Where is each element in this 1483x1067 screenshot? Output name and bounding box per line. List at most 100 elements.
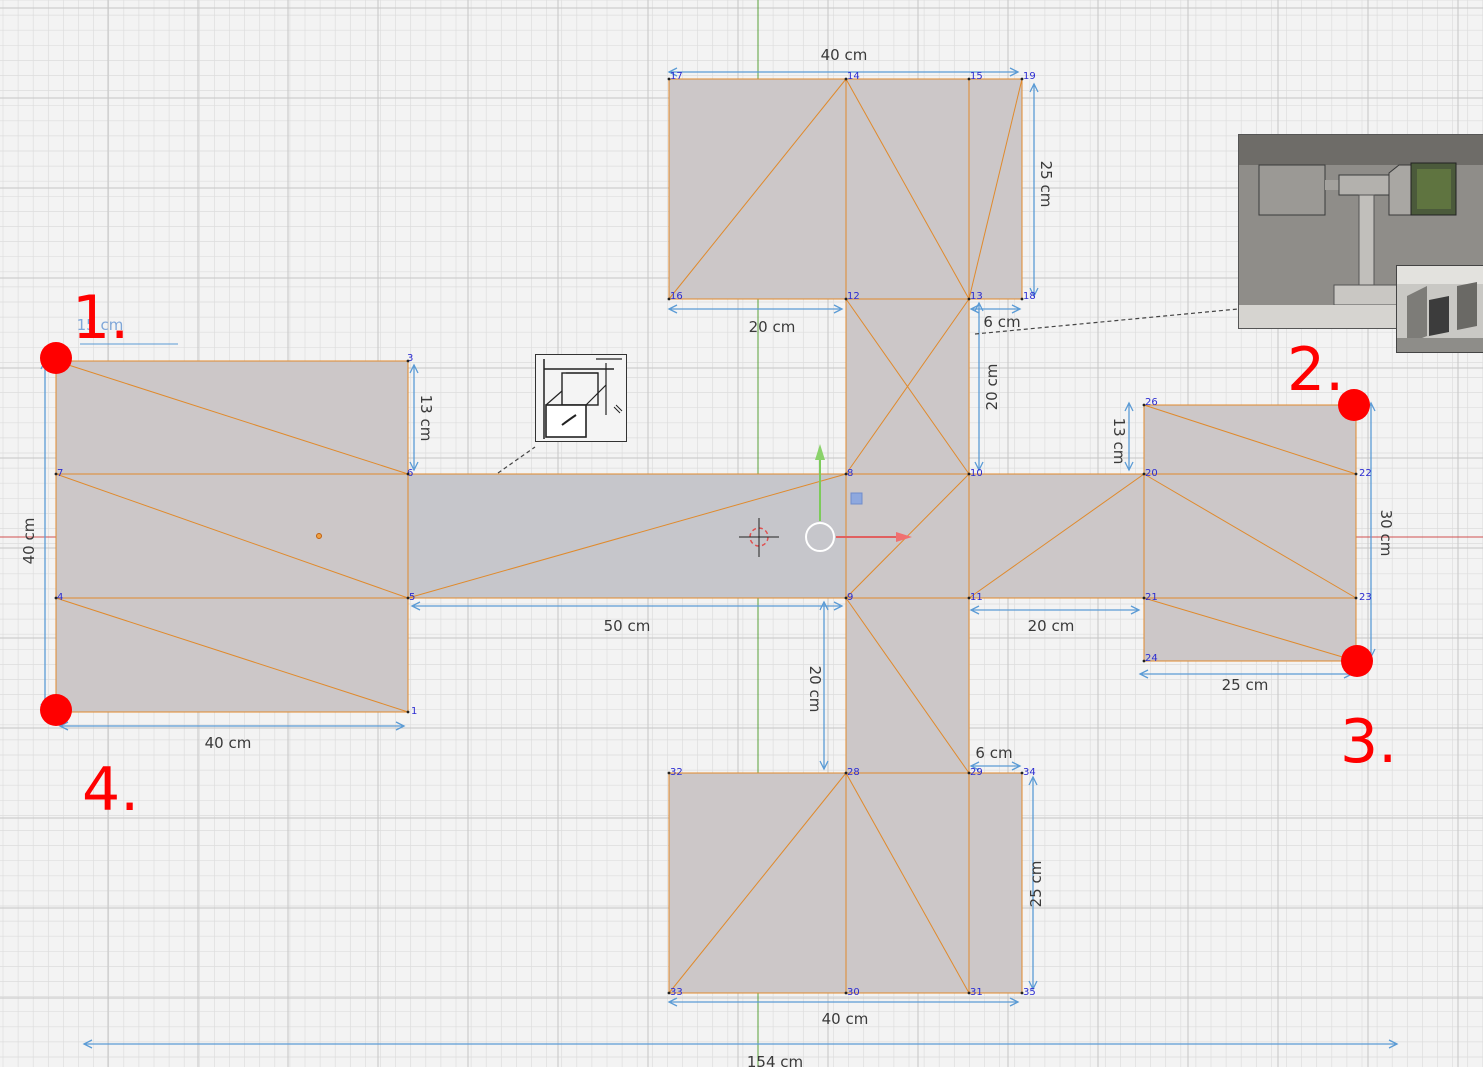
object-origin-dot[interactable] <box>316 533 322 539</box>
dimension-label: 25 cm <box>1027 861 1045 908</box>
dimension-d-40-top: 40 cm <box>667 46 1020 77</box>
vertex-label: 33 <box>670 987 683 998</box>
vertex-label: 4 <box>57 592 63 603</box>
vertex-dot[interactable] <box>406 710 410 714</box>
vertex-label: 29 <box>970 767 983 778</box>
dimension-label: 40 cm <box>20 518 38 565</box>
dimension-label: 13 cm <box>417 395 435 442</box>
vertex-dot[interactable] <box>1142 472 1146 476</box>
vertex-dot[interactable] <box>1020 77 1024 81</box>
dimension-d-40-bottom-left: 40 cm <box>58 721 406 752</box>
vertex-label: 21 <box>1145 592 1158 603</box>
dimension-label: 40 cm <box>822 1010 869 1028</box>
marker-label: 1. <box>72 283 129 353</box>
vertex-dot[interactable] <box>1142 403 1146 407</box>
vertex-label: 31 <box>970 987 983 998</box>
marker-3: 3. <box>1340 645 1397 777</box>
vertex-dot[interactable] <box>844 991 848 995</box>
vertex-label: 26 <box>1145 397 1158 408</box>
reference-sketch-thumbnail <box>535 354 627 442</box>
vertex-label: 22 <box>1359 468 1372 479</box>
mesh-faces[interactable] <box>55 78 1357 994</box>
vertex-label: 11 <box>970 592 983 603</box>
vertex-label: 7 <box>57 468 63 479</box>
vertex-dot[interactable] <box>967 77 971 81</box>
gizmo-y-arrow-head[interactable] <box>815 444 825 460</box>
face-bottom-right[interactable] <box>968 772 1023 994</box>
vertex-dot[interactable] <box>406 596 410 600</box>
vertex-dot[interactable] <box>1142 596 1146 600</box>
vertex-dot[interactable] <box>844 77 848 81</box>
dimension-d-13-left: 13 cm <box>409 363 435 472</box>
vertex-label: 14 <box>847 71 860 82</box>
render-preview-inset <box>1396 265 1483 353</box>
vertex-dot[interactable] <box>1354 596 1358 600</box>
vertex-label: 12 <box>847 291 860 302</box>
vertex-dot[interactable] <box>667 991 671 995</box>
dimension-label: 20 cm <box>983 364 1001 411</box>
dimension-label: 6 cm <box>983 313 1020 331</box>
vertex-label: 30 <box>847 987 860 998</box>
vertex-label: 17 <box>670 71 683 82</box>
dimension-d-25-right: 25 cm <box>1138 669 1354 694</box>
vertex-dot[interactable] <box>844 596 848 600</box>
viewport-canvas[interactable]: 40 cm 13 cm 40 cm 50 cm 40 cm 25 cm 20 cm 6 cm 2… <box>0 0 1483 1067</box>
marker-label: 3. <box>1340 707 1397 777</box>
vertex-label: 18 <box>1023 291 1036 302</box>
dimension-d-154: 154 cm <box>82 1039 1399 1067</box>
dimension-label: 40 cm <box>821 46 868 64</box>
preview-inset-render <box>1397 266 1483 352</box>
vertex-dot[interactable] <box>406 472 410 476</box>
vertex-dot[interactable] <box>1354 472 1358 476</box>
vertex-label: 1 <box>411 706 417 717</box>
dimension-d-20-mid-lower: 20 cm <box>806 600 829 771</box>
vertex-dot[interactable] <box>1020 991 1024 995</box>
vertex-dot[interactable] <box>667 771 671 775</box>
vertex-label: 34 <box>1023 767 1036 778</box>
vertex-dot[interactable] <box>844 771 848 775</box>
marker-label: 4. <box>82 755 139 825</box>
vertex-dot[interactable] <box>406 359 410 363</box>
dimension-label: 154 cm <box>747 1053 803 1067</box>
sketch-drawing <box>536 355 626 441</box>
vertex-label: 23 <box>1359 592 1372 603</box>
dimension-label: 25 cm <box>1037 161 1055 208</box>
vertex-dot[interactable] <box>667 77 671 81</box>
dimension-d-40-left: 40 cm <box>20 359 50 714</box>
vertex-dot[interactable] <box>667 297 671 301</box>
dimension-d-25-top: 25 cm <box>1029 82 1055 298</box>
marker-dot <box>40 694 72 726</box>
vertex-dot[interactable] <box>967 472 971 476</box>
dimension-label: 13 cm <box>1110 418 1128 465</box>
vertex-label: 24 <box>1145 653 1158 664</box>
vertex-dot[interactable] <box>967 991 971 995</box>
vertex-dot[interactable] <box>967 771 971 775</box>
marker-label: 2. <box>1287 335 1344 405</box>
vertex-dot[interactable] <box>967 297 971 301</box>
vertex-label: 13 <box>970 291 983 302</box>
dimension-d-13-right: 13 cm <box>1110 401 1134 472</box>
dimension-d-40-bottom: 40 cm <box>667 997 1020 1028</box>
dimension-label: 50 cm <box>604 617 651 635</box>
vertex-dot[interactable] <box>844 472 848 476</box>
vertex-dot[interactable] <box>1020 297 1024 301</box>
vertex-label: 28 <box>847 767 860 778</box>
vertex-dot[interactable] <box>1020 771 1024 775</box>
vertex-dot[interactable] <box>54 472 58 476</box>
dimension-d-20-top: 20 cm <box>667 304 844 336</box>
dimension-label: 30 cm <box>1377 510 1395 557</box>
marker-1: 1. <box>40 283 129 374</box>
marker-4: 4. <box>40 694 139 825</box>
vertex-dot[interactable] <box>54 596 58 600</box>
vertex-label: 19 <box>1023 71 1036 82</box>
marker-dot <box>1341 645 1373 677</box>
vertex-label: 32 <box>670 767 683 778</box>
gizmo-plane-handle[interactable] <box>850 492 863 505</box>
vertex-dot[interactable] <box>967 596 971 600</box>
vertex-label: 35 <box>1023 987 1036 998</box>
vertex-dot[interactable] <box>844 297 848 301</box>
vertex-dot[interactable] <box>1142 659 1146 663</box>
dimension-d-20-right: 20 cm <box>969 605 1141 635</box>
marker-dot <box>40 342 72 374</box>
dimension-label: 20 cm <box>806 666 824 713</box>
